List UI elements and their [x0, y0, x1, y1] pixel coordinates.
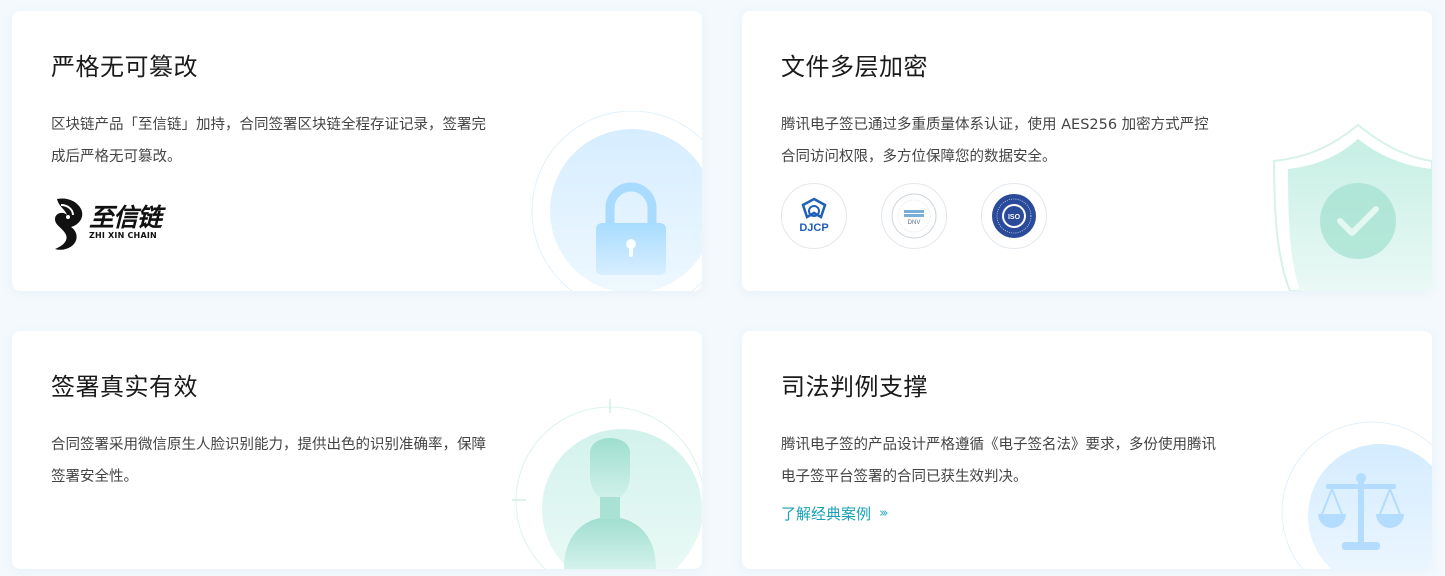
chevrons-right-icon: ›››: [879, 506, 888, 521]
iso-badge: ISO: [981, 183, 1047, 249]
shield-check-icon: [1320, 183, 1396, 259]
dnv-badge: DNV: [881, 183, 947, 249]
iso-badge-label: ISO: [1008, 214, 1021, 221]
card-title: 签署真实有效: [51, 373, 198, 401]
dnv-badge-label: DNV: [908, 220, 921, 226]
desc-line: 合同访问权限，多方位保障您的数据安全。: [781, 149, 1057, 165]
djcp-badge-label: DJCP: [799, 222, 828, 234]
desc-line: 签署安全性。: [51, 469, 138, 485]
card-description: 腾讯电子签已通过多重质量体系认证，使用 AES256 加密方式严控 合同访问权限…: [781, 109, 1271, 173]
card-title: 文件多层加密: [781, 53, 928, 81]
desc-line: 腾讯电子签的产品设计严格遵循《电子签名法》要求，多份使用腾讯: [781, 437, 1216, 453]
card-tamper-proof: 严格无可篡改 区块链产品「至信链」加持，合同签署区块链全程存证记录，签署完 成后…: [12, 11, 702, 291]
view-cases-label: 了解经典案例: [781, 505, 872, 523]
logo-name: 至信链: [89, 203, 162, 232]
djcp-badge: DJCP: [781, 183, 847, 249]
desc-line: 电子签平台签署的合同已获生效判决。: [781, 469, 1028, 485]
card-description: 区块链产品「至信链」加持，合同签署区块链全程存证记录，签署完 成后严格无可篡改。: [51, 109, 541, 173]
certification-badges: DJCP DNV ISO: [781, 183, 1081, 249]
logo-subtitle: ZHI XIN CHAIN: [89, 231, 157, 240]
card-judicial-precedent: 司法判例支撑 腾讯电子签的产品设计严格遵循《电子签名法》要求，多份使用腾讯 电子…: [742, 331, 1432, 569]
shield-illustration: [1272, 123, 1432, 291]
card-encryption: 文件多层加密 腾讯电子签已通过多重质量体系认证，使用 AES256 加密方式严控…: [742, 11, 1432, 291]
scales-illustration: [1281, 421, 1432, 569]
desc-line: 区块链产品「至信链」加持，合同签署区块链全程存证记录，签署完: [51, 117, 486, 133]
desc-line: 合同签署采用微信原生人脸识别能力，提供出色的识别准确率，保障: [51, 437, 486, 453]
card-title: 严格无可篡改: [51, 53, 198, 81]
card-description: 合同签署采用微信原生人脸识别能力，提供出色的识别准确率，保障 签署安全性。: [51, 429, 541, 493]
view-cases-link[interactable]: 了解经典案例 ›››: [781, 503, 888, 524]
desc-line: 腾讯电子签已通过多重质量体系认证，使用 AES256 加密方式严控: [781, 117, 1209, 133]
desc-line: 成后严格无可篡改。: [51, 149, 182, 165]
card-title: 司法判例支撑: [781, 373, 928, 401]
zhixin-logo-mark-icon: [55, 198, 83, 250]
card-authentic-signing: 签署真实有效 合同签署采用微信原生人脸识别能力，提供出色的识别准确率，保障 签署…: [12, 331, 702, 569]
zhixin-chain-logo: 至信链 ZHI XIN CHAIN: [51, 195, 162, 251]
card-description: 腾讯电子签的产品设计严格遵循《电子签名法》要求，多份使用腾讯 电子签平台签署的合…: [781, 429, 1271, 493]
